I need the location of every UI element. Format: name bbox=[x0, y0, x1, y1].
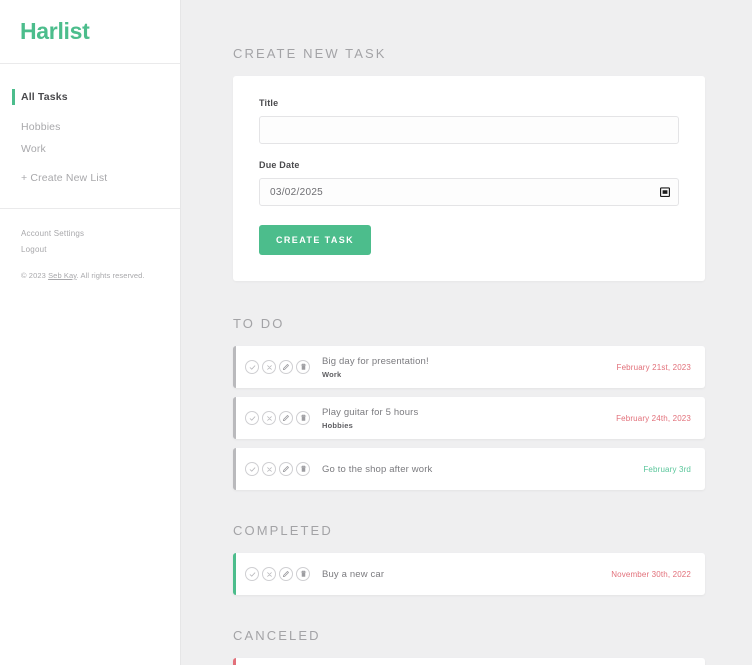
sidebar-item-label: Hobbies bbox=[21, 121, 61, 133]
sidebar-item-label: All Tasks bbox=[21, 91, 68, 103]
task-action-icons bbox=[236, 360, 322, 374]
task-texts: Go to the shop after work bbox=[322, 464, 631, 475]
task-title: Big day for presentation! bbox=[322, 355, 429, 367]
task-section: CANCELED Pick kids up from schoolOctober … bbox=[233, 628, 705, 665]
sidebar-item-work[interactable]: Work bbox=[0, 138, 180, 160]
due-date-input[interactable] bbox=[259, 178, 679, 206]
brand-block: Harlist bbox=[0, 0, 180, 64]
task-due-date: November 30th, 2022 bbox=[611, 569, 691, 579]
check-icon[interactable] bbox=[245, 462, 259, 476]
check-icon[interactable] bbox=[245, 360, 259, 374]
check-icon[interactable] bbox=[245, 411, 259, 425]
task-row[interactable]: Big day for presentation! Work February 21… bbox=[233, 346, 705, 388]
close-icon[interactable] bbox=[262, 462, 276, 476]
task-due-date: February 3rd bbox=[643, 464, 691, 474]
section-heading: TO DO bbox=[233, 316, 285, 331]
trash-icon[interactable] bbox=[296, 360, 310, 374]
task-title: Play guitar for 5 hours bbox=[322, 406, 419, 418]
create-task-card: Title Due Date CREATE TASK bbox=[233, 76, 705, 281]
task-category: Hobbies bbox=[322, 420, 353, 430]
section-heading: COMPLETED bbox=[233, 523, 333, 538]
create-new-list-button[interactable]: + Create New List bbox=[0, 168, 180, 188]
copyright-suffix: . All rights reserved. bbox=[76, 271, 145, 280]
close-icon[interactable] bbox=[262, 411, 276, 425]
account-settings-link[interactable]: Account Settings bbox=[21, 229, 180, 238]
task-action-icons bbox=[236, 567, 322, 581]
author-link[interactable]: Seb Kay bbox=[48, 271, 77, 280]
create-task-heading: CREATE NEW TASK bbox=[233, 46, 387, 61]
task-texts: Play guitar for 5 hours Hobbies bbox=[322, 407, 604, 430]
close-icon[interactable] bbox=[262, 567, 276, 581]
task-category: Work bbox=[322, 369, 342, 379]
task-row[interactable]: Play guitar for 5 hours Hobbies February 2… bbox=[233, 397, 705, 439]
task-title: Buy a new car bbox=[322, 568, 385, 580]
app-logo: Harlist bbox=[20, 18, 90, 44]
check-icon[interactable] bbox=[245, 567, 259, 581]
due-date-wrapper bbox=[259, 178, 679, 206]
task-section: COMPLETED Buy a new car November 30th, 202… bbox=[233, 523, 705, 595]
task-section: TO DO Big day for presentation! Work Februa… bbox=[233, 316, 705, 490]
trash-icon[interactable] bbox=[296, 411, 310, 425]
task-texts: Buy a new car bbox=[322, 569, 599, 580]
task-sections: TO DO Big day for presentation! Work Februa… bbox=[233, 316, 705, 665]
task-title: Go to the shop after work bbox=[322, 463, 433, 475]
pencil-icon[interactable] bbox=[279, 411, 293, 425]
sidebar-item-hobbies[interactable]: Hobbies bbox=[0, 116, 180, 138]
title-field-label: Title bbox=[259, 98, 279, 108]
sidebar: Harlist All Tasks Hobbies Work + Create … bbox=[0, 0, 181, 665]
pencil-icon[interactable] bbox=[279, 462, 293, 476]
trash-icon[interactable] bbox=[296, 462, 310, 476]
logout-link[interactable]: Logout bbox=[21, 245, 180, 254]
task-row[interactable]: Buy a new car November 30th, 2022 bbox=[233, 553, 705, 595]
sidebar-nav: All Tasks Hobbies Work + Create New List bbox=[0, 64, 180, 209]
task-due-date: February 24th, 2023 bbox=[616, 413, 691, 423]
sidebar-footer: Account Settings Logout © 2023 Seb Kay. … bbox=[0, 209, 180, 280]
trash-icon[interactable] bbox=[296, 567, 310, 581]
copyright-text: © 2023 Seb Kay. All rights reserved. bbox=[21, 271, 180, 280]
pencil-icon[interactable] bbox=[279, 360, 293, 374]
task-row[interactable]: Pick kids up from schoolOctober 7th, 202… bbox=[233, 658, 705, 665]
field-spacer bbox=[259, 144, 679, 160]
due-date-field-label: Due Date bbox=[259, 160, 300, 170]
main-content: CREATE NEW TASK Title Due Date CREATE TA… bbox=[181, 0, 752, 665]
task-due-date: February 21st, 2023 bbox=[616, 362, 691, 372]
create-task-button[interactable]: CREATE TASK bbox=[259, 225, 372, 255]
close-icon[interactable] bbox=[262, 360, 276, 374]
task-action-icons bbox=[236, 411, 322, 425]
title-input[interactable] bbox=[259, 116, 679, 144]
section-heading: CANCELED bbox=[233, 628, 321, 643]
task-action-icons bbox=[236, 462, 322, 476]
task-row[interactable]: Go to the shop after work February 3rd bbox=[233, 448, 705, 490]
pencil-icon[interactable] bbox=[279, 567, 293, 581]
sidebar-item-label: Work bbox=[21, 143, 46, 155]
task-texts: Big day for presentation! Work bbox=[322, 356, 605, 379]
copyright-prefix: © 2023 bbox=[21, 271, 49, 280]
sidebar-item-all-tasks[interactable]: All Tasks bbox=[0, 86, 180, 108]
